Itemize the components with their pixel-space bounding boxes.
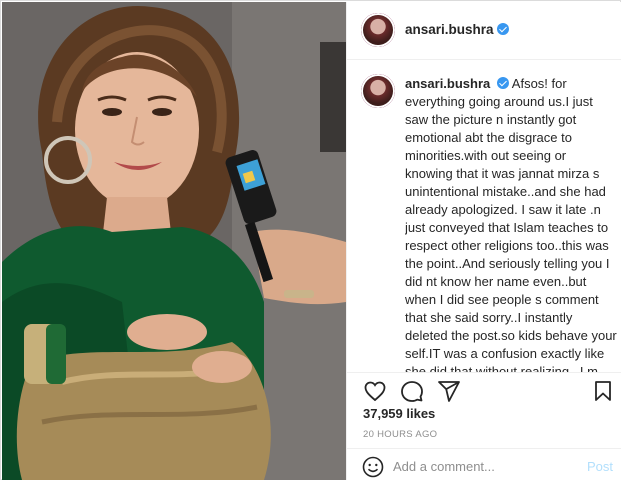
comment-icon[interactable]: [400, 379, 424, 403]
likes-count[interactable]: 37,959 likes: [363, 406, 435, 421]
post-timestamp[interactable]: 20 HOURS AGO: [363, 429, 437, 440]
avatar[interactable]: [361, 13, 395, 47]
caption-avatar[interactable]: [361, 74, 395, 108]
username-label[interactable]: ansari.bushra: [405, 22, 494, 37]
post-photo[interactable]: [2, 2, 346, 480]
post-details-panel: ansari.bushra ansari.bushra Afsos! for e…: [346, 2, 621, 480]
comment-bar: Post: [347, 448, 621, 480]
bookmark-icon[interactable]: [591, 379, 615, 403]
caption-username[interactable]: ansari.bushra: [405, 76, 490, 91]
post-caption: ansari.bushra Afsos! for everything goin…: [405, 75, 617, 372]
emoji-icon[interactable]: [361, 455, 385, 479]
comment-input[interactable]: [393, 457, 573, 475]
post-author[interactable]: ansari.bushra: [405, 22, 509, 37]
share-icon[interactable]: [437, 379, 461, 403]
post-comment-button[interactable]: Post: [587, 459, 613, 474]
heart-icon[interactable]: [363, 379, 387, 403]
verified-badge-icon: [496, 77, 509, 89]
photo-illustration: [2, 2, 346, 480]
caption-text: Afsos! for everything going around us.I …: [405, 76, 617, 372]
post-header: ansari.bushra: [347, 2, 621, 60]
verified-badge-icon: [496, 23, 509, 35]
post-window: ansari.bushra ansari.bushra Afsos! for e…: [0, 0, 621, 480]
